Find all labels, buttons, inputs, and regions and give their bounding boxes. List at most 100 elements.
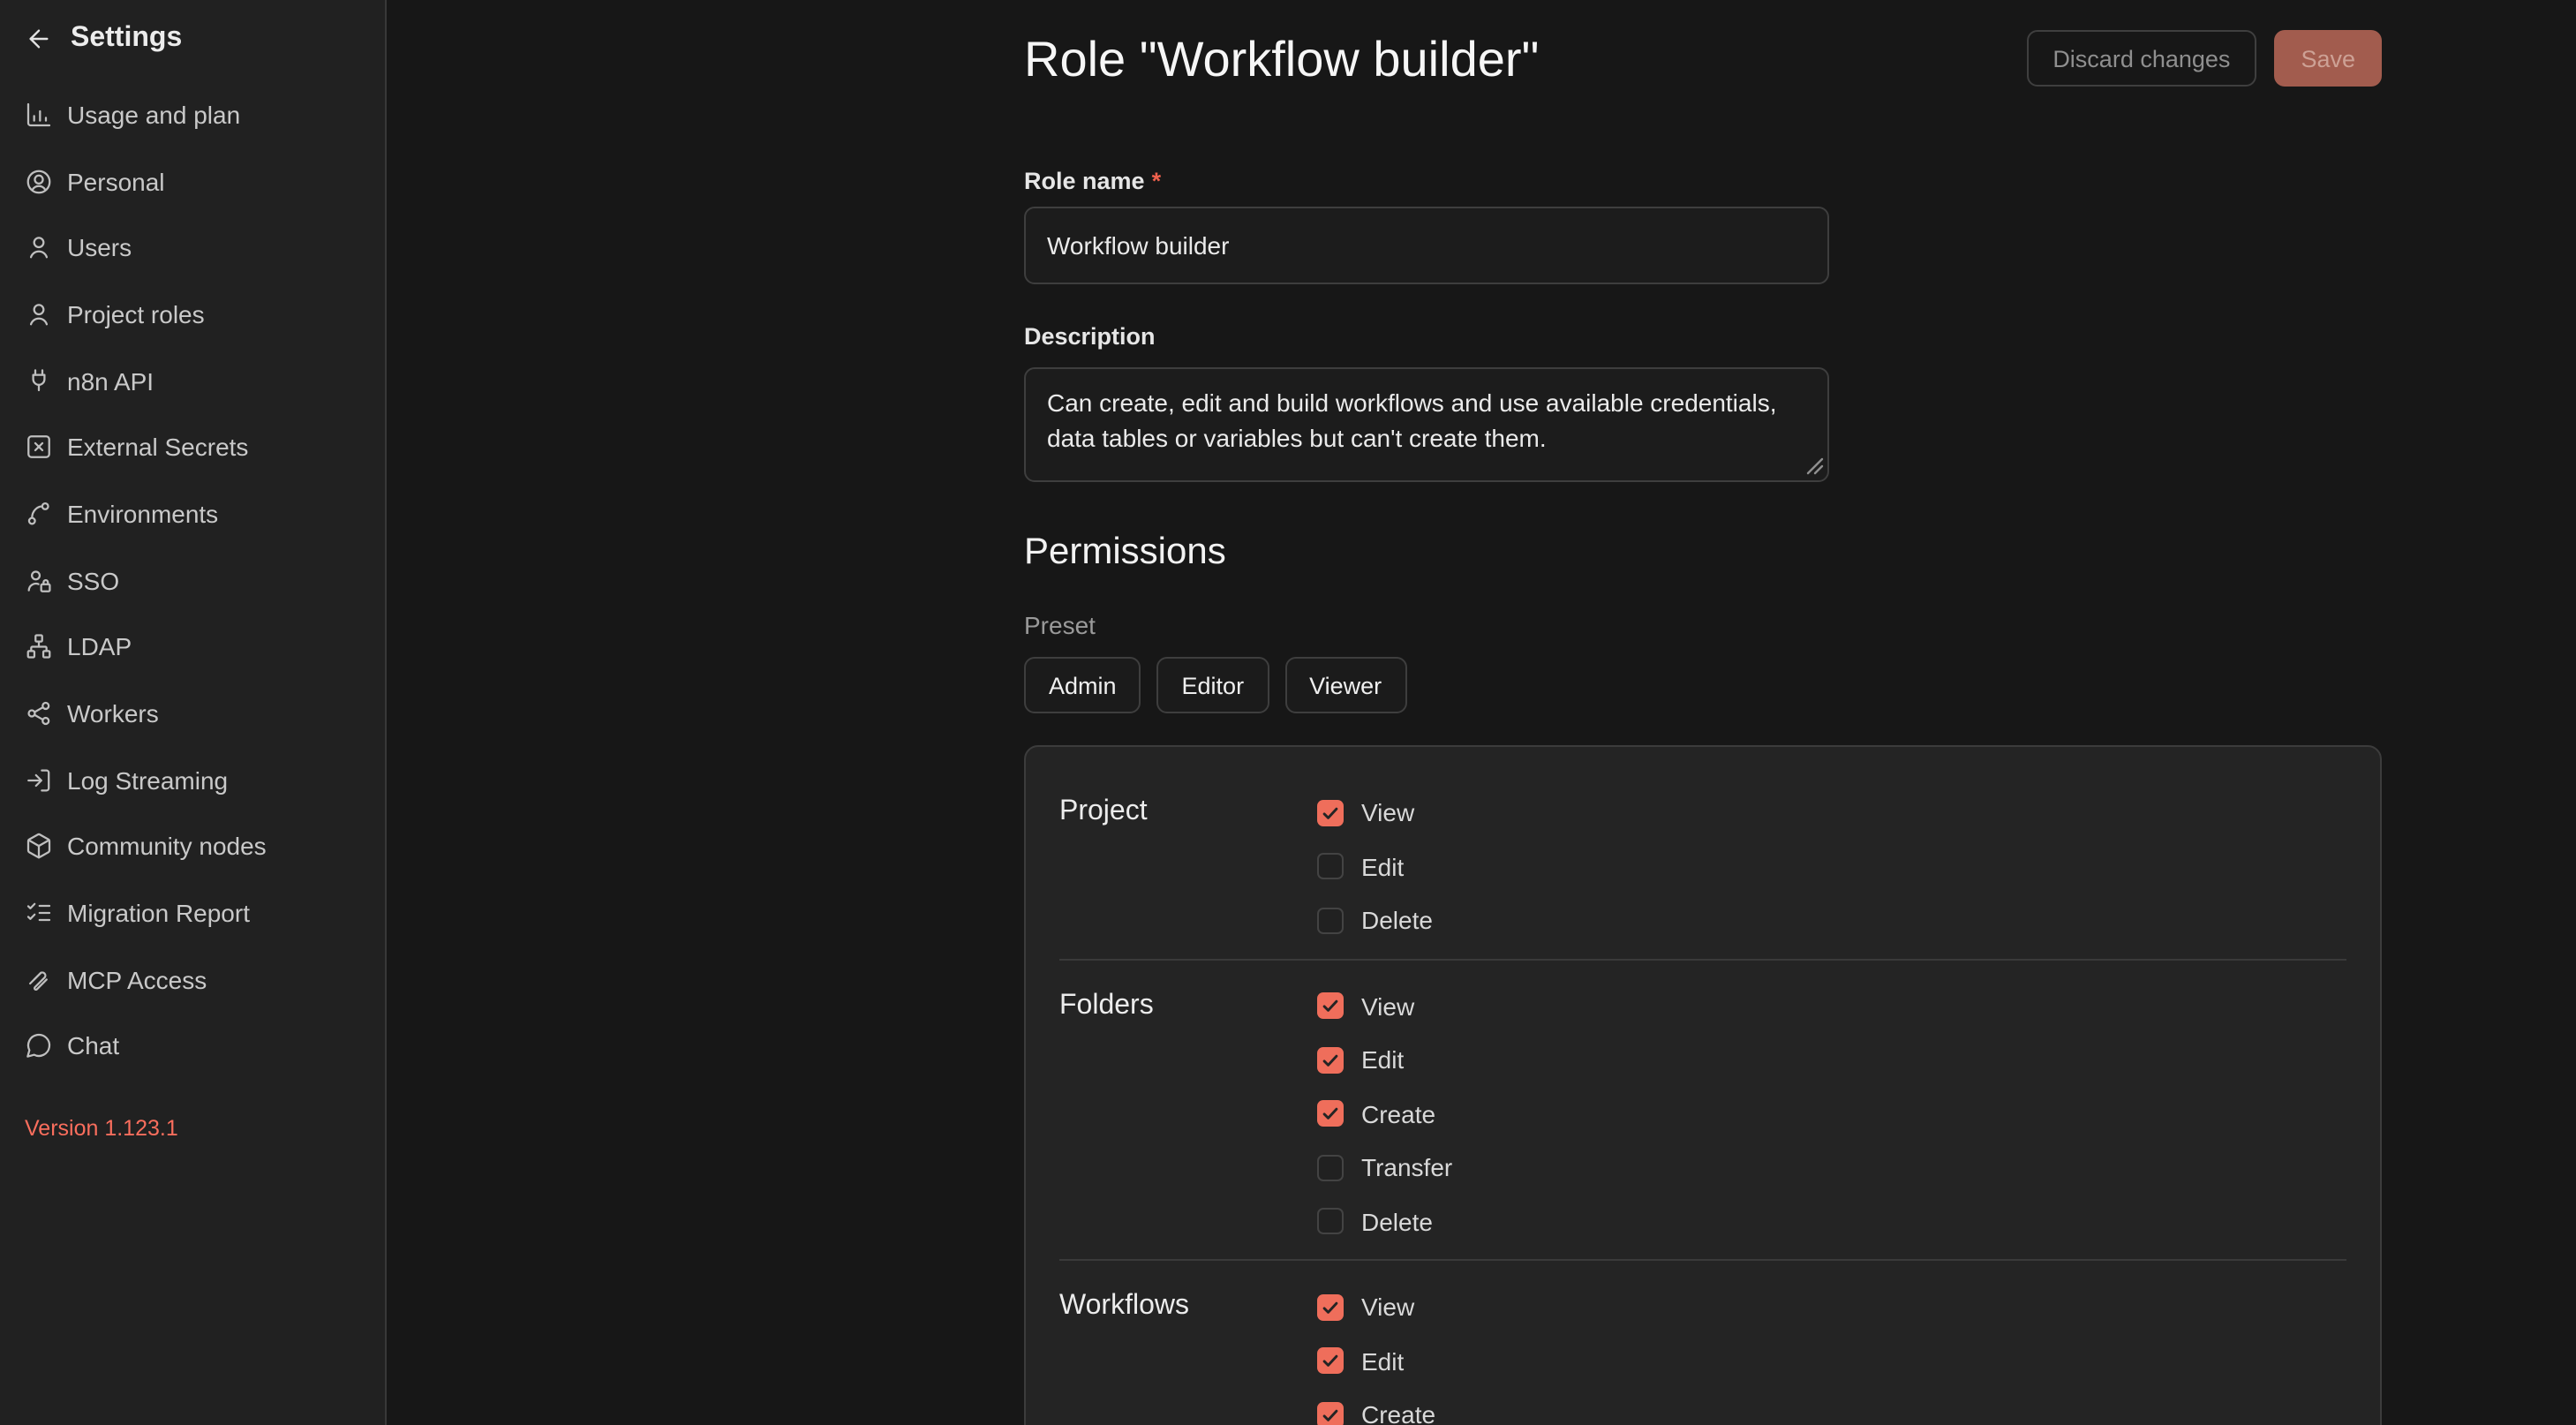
preset-buttons: Admin Editor Viewer [1024, 657, 2382, 713]
checkbox-folders-transfer[interactable] [1317, 1155, 1344, 1181]
sidebar-item-migration-report[interactable]: Migration Report [0, 880, 385, 946]
checkbox-project-view[interactable] [1317, 800, 1344, 826]
permission-rows: View Edit Create Transfer Delete [1317, 979, 1452, 1248]
main-area: Role "Workflow builder" Discard changes … [387, 0, 2576, 1425]
permission-group-label: Folders [1059, 979, 1317, 1248]
checklist-icon [25, 899, 53, 927]
permission-label: View [1361, 1293, 1414, 1322]
checkbox-folders-create[interactable] [1317, 1101, 1344, 1127]
page-title: Role "Workflow builder" [1024, 28, 1539, 92]
permission-row-folders-create[interactable]: Create [1317, 1087, 1452, 1141]
permission-label: Delete [1361, 1208, 1433, 1236]
settings-sidebar: Settings Usage and plan Personal UsersProj… [0, 0, 387, 1425]
sidebar-item-project-roles[interactable]: Project roles [0, 281, 385, 347]
permission-row-project-delete[interactable]: Delete [1317, 893, 1433, 947]
permission-group-label: Project [1059, 786, 1317, 947]
permission-label: Transfer [1361, 1154, 1452, 1182]
permission-rows: View Edit Create [1317, 1280, 1435, 1425]
permission-group-folders: Folders View Edit Create Transfer Delete [1026, 979, 2380, 1248]
checkbox-project-edit[interactable] [1317, 854, 1344, 880]
sidebar-item-label: Workers [67, 699, 159, 728]
group-divider [1059, 958, 2346, 960]
permission-row-project-edit[interactable]: Edit [1317, 840, 1433, 893]
permission-group-project: Project View Edit Delete [1026, 786, 2380, 947]
preset-button-viewer[interactable]: Viewer [1284, 657, 1406, 713]
sidebar-item-ldap[interactable]: LDAP [0, 614, 385, 680]
header-actions: Discard changes Save [2026, 28, 2382, 87]
sidebar-item-label: Chat [67, 1032, 119, 1060]
save-button[interactable]: Save [2274, 30, 2382, 87]
role-name-input[interactable] [1024, 207, 1829, 284]
group-divider [1059, 1259, 2346, 1261]
version-label: Version 1.123.1 [25, 1116, 178, 1141]
preset-button-editor[interactable]: Editor [1157, 657, 1269, 713]
permission-row-project-view[interactable]: View [1317, 786, 1433, 840]
vault-icon [25, 434, 53, 462]
permission-row-workflows-view[interactable]: View [1317, 1280, 1435, 1334]
sidebar-item-sso[interactable]: SSO [0, 547, 385, 614]
permission-row-folders-transfer[interactable]: Transfer [1317, 1141, 1452, 1195]
checkbox-workflows-view[interactable] [1317, 1294, 1344, 1321]
sidebar-item-label: Migration Report [67, 899, 250, 927]
checkbox-folders-edit[interactable] [1317, 1047, 1344, 1074]
sidebar-item-users[interactable]: Users [0, 215, 385, 281]
checkbox-folders-delete[interactable] [1317, 1209, 1344, 1235]
permission-row-folders-view[interactable]: View [1317, 979, 1452, 1033]
permission-label: Edit [1361, 1347, 1404, 1376]
preset-label: Preset [1024, 611, 2382, 641]
permissions-card: Project View Edit Delete Folders View Edit Crea… [1024, 745, 2382, 1425]
sidebar-item-label: LDAP [67, 633, 132, 661]
checkbox-folders-view[interactable] [1317, 993, 1344, 1020]
permission-rows: View Edit Delete [1317, 786, 1433, 947]
hierarchy-icon [25, 633, 53, 661]
user-icon [25, 233, 53, 261]
sidebar-header[interactable]: Settings [0, 21, 385, 57]
discard-changes-button[interactable]: Discard changes [2026, 30, 2256, 87]
sidebar-item-environments[interactable]: Environments [0, 480, 385, 547]
user-icon [25, 300, 53, 328]
chart-bars-icon [25, 101, 53, 129]
sidebar-item-community-nodes[interactable]: Community nodes [0, 813, 385, 879]
checkbox-workflows-edit[interactable] [1317, 1348, 1344, 1375]
sidebar-item-personal[interactable]: Personal [0, 147, 385, 214]
content-column: Role "Workflow builder" Discard changes … [1024, 0, 2382, 1425]
permission-row-workflows-edit[interactable]: Edit [1317, 1334, 1435, 1388]
preset-button-admin[interactable]: Admin [1024, 657, 1141, 713]
permission-label: Create [1361, 1100, 1435, 1128]
permission-row-folders-edit[interactable]: Edit [1317, 1033, 1452, 1087]
sidebar-item-workers[interactable]: Workers [0, 680, 385, 746]
checkbox-project-delete[interactable] [1317, 908, 1344, 934]
sidebar-title: Settings [71, 23, 182, 55]
sidebar-item-label: MCP Access [67, 966, 207, 994]
sidebar-item-label: Personal [67, 167, 165, 195]
sidebar-item-log-streaming[interactable]: Log Streaming [0, 747, 385, 813]
description-field-wrap: Can create, edit and build workflows and… [1024, 367, 1829, 482]
log-in-icon [25, 765, 53, 794]
sidebar-item-label: Usage and plan [67, 101, 240, 129]
permission-group-label: Workflows [1059, 1280, 1317, 1425]
permission-label: Edit [1361, 853, 1404, 881]
sidebar-item-mcp-access[interactable]: MCP Access [0, 946, 385, 1013]
permission-label: View [1361, 992, 1414, 1021]
app-window: Settings Usage and planPersonalUsersProj… [0, 0, 2576, 1425]
share-network-icon [25, 699, 53, 728]
sidebar-item-chat[interactable]: Chat [0, 1013, 385, 1079]
plug-icon [25, 366, 53, 395]
sidebar-item-label: SSO [67, 566, 119, 594]
page-header: Role "Workflow builder" Discard changes … [1024, 0, 2382, 92]
description-textarea[interactable]: Can create, edit and build workflows and… [1024, 367, 1829, 482]
git-branch-icon [25, 500, 53, 528]
permission-row-workflows-create[interactable]: Create [1317, 1388, 1435, 1425]
sidebar-item-external-secrets[interactable]: External Secrets [0, 414, 385, 480]
permission-row-folders-delete[interactable]: Delete [1317, 1195, 1452, 1248]
resize-handle-icon[interactable] [1806, 457, 1824, 475]
permission-group-workflows: Workflows View Edit Create [1026, 1280, 2380, 1425]
chat-bubble-icon [25, 1032, 53, 1060]
sidebar-item-n8n-api[interactable]: n8n API [0, 348, 385, 414]
checkbox-workflows-create[interactable] [1317, 1402, 1344, 1425]
mcp-icon [25, 966, 53, 994]
sidebar-item-label: Log Streaming [67, 765, 228, 794]
sidebar-item-usage-and-plan[interactable]: Usage and plan [0, 81, 385, 147]
permission-label: Delete [1361, 907, 1433, 935]
permission-label: View [1361, 799, 1414, 827]
